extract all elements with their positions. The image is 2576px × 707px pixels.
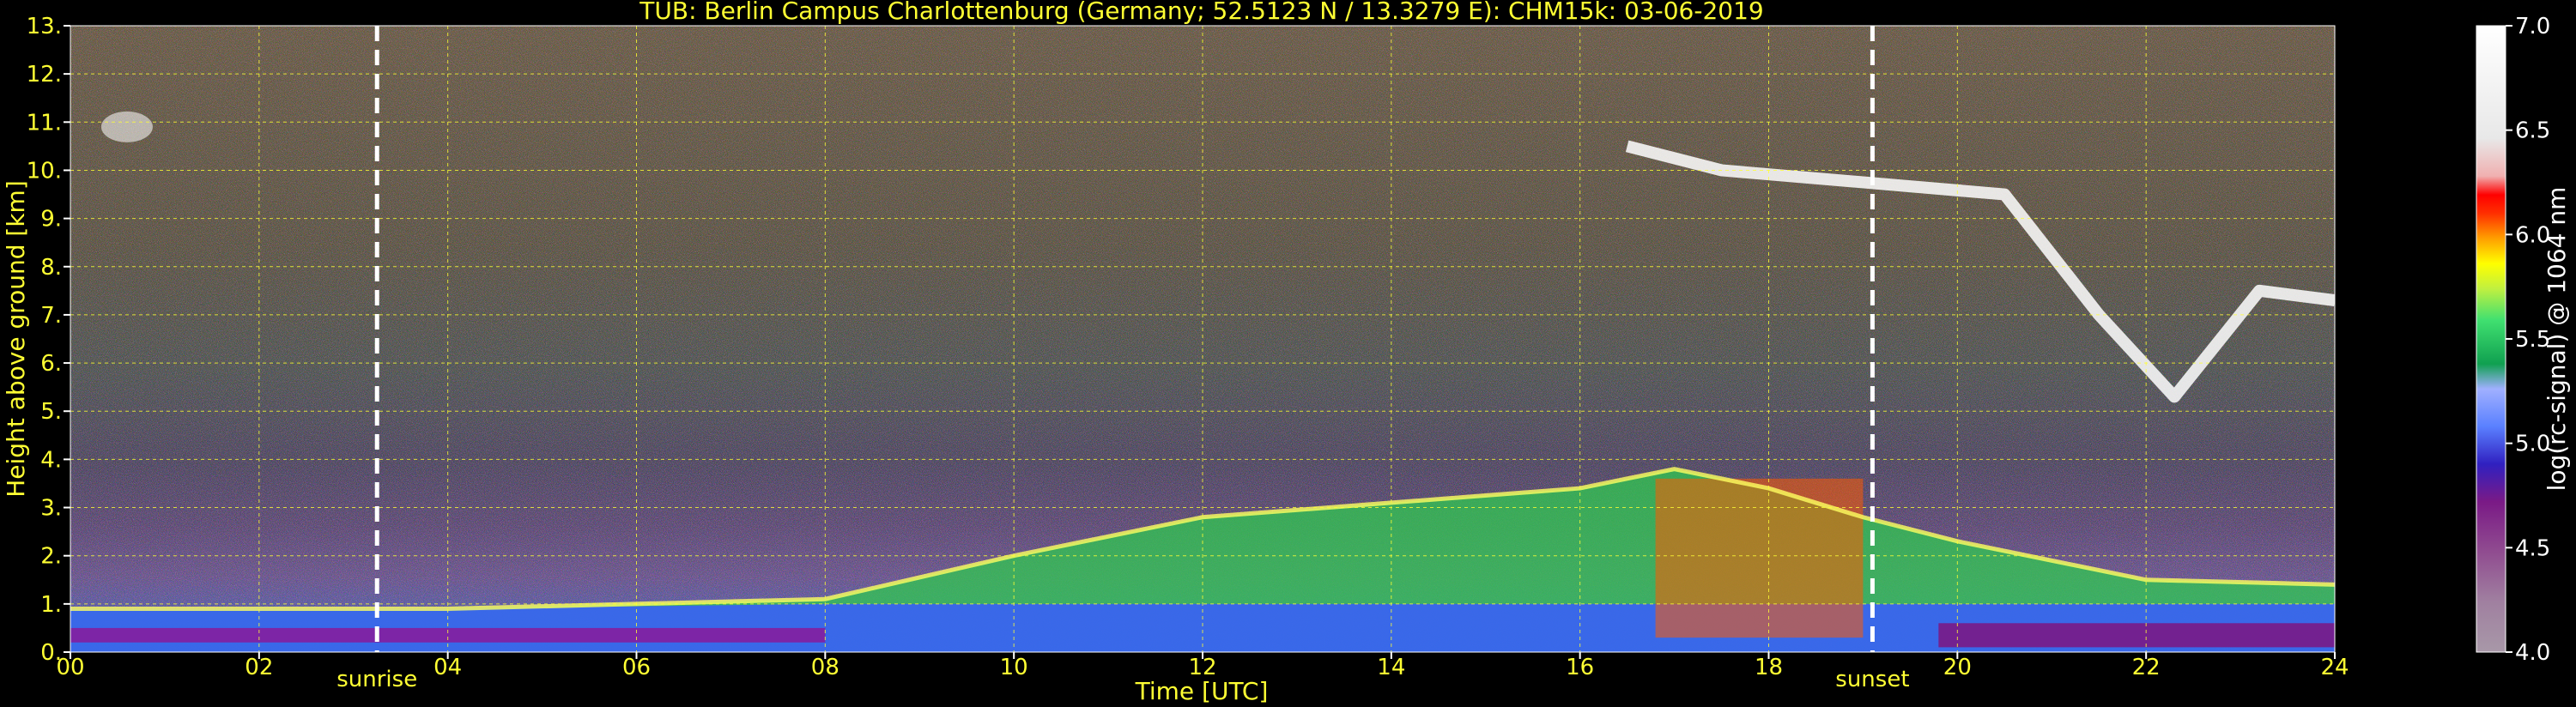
x-tick-label: 20 bbox=[1943, 655, 1972, 680]
chart-title: TUB: Berlin Campus Charlottenburg (Germa… bbox=[639, 0, 1763, 25]
y-tick-label: 10. bbox=[27, 158, 62, 184]
x-tick-label: 00 bbox=[56, 655, 84, 680]
x-tick-label: 06 bbox=[622, 655, 651, 680]
y-tick-label: 1. bbox=[40, 592, 62, 618]
x-tick-label: 02 bbox=[245, 655, 273, 680]
x-tick-label: 04 bbox=[433, 655, 462, 680]
colorbar-label: log(rc-signal) @ 1064 nm bbox=[2543, 187, 2571, 492]
x-tick-label: 22 bbox=[2132, 655, 2161, 680]
y-tick-label: 12. bbox=[27, 62, 62, 88]
ceilometer-chart: TUB: Berlin Campus Charlottenburg (Germa… bbox=[2, 0, 2571, 705]
colorbar: 4.04.55.05.56.06.57.0 log(rc-signal) @ 1… bbox=[2476, 14, 2571, 666]
colorbar-tick-label: 4.5 bbox=[2515, 535, 2550, 561]
colorbar-tick-label: 6.5 bbox=[2515, 118, 2550, 144]
y-tick-label: 3. bbox=[40, 496, 62, 522]
x-tick-label: 24 bbox=[2320, 655, 2349, 680]
y-tick-label: 11. bbox=[27, 110, 62, 136]
x-tick-label: 12 bbox=[1188, 655, 1216, 680]
sunset-label: sunset bbox=[1835, 667, 1909, 692]
y-tick-label: 7. bbox=[40, 303, 62, 329]
y-tick-label: 8. bbox=[40, 255, 62, 281]
x-tick-label: 18 bbox=[1755, 655, 1783, 680]
night-surface-layer bbox=[1938, 623, 2335, 648]
x-axis-label: Time [UTC] bbox=[1135, 677, 1269, 705]
y-tick-label: 6. bbox=[40, 351, 62, 377]
x-tick-label: 16 bbox=[1566, 655, 1594, 680]
y-tick-label: 5. bbox=[40, 399, 62, 425]
sunrise-label: sunrise bbox=[336, 667, 417, 692]
colorbar-scale bbox=[2476, 25, 2506, 653]
colorbar-tick-label: 7.0 bbox=[2515, 14, 2550, 39]
colorbar-tick-label: 4.0 bbox=[2515, 640, 2550, 666]
y-tick-label: 2. bbox=[40, 544, 62, 570]
x-tick-label: 14 bbox=[1377, 655, 1405, 680]
x-tick-label: 10 bbox=[1000, 655, 1028, 680]
y-axis-label: Height above ground [km] bbox=[2, 180, 30, 498]
y-tick-label: 13. bbox=[27, 14, 62, 39]
afternoon-convection bbox=[1655, 478, 1864, 638]
y-tick-label: 9. bbox=[40, 207, 62, 233]
x-tick-label: 08 bbox=[811, 655, 839, 680]
y-tick-label: 4. bbox=[40, 447, 62, 473]
plot-area bbox=[70, 26, 2335, 652]
early-cloud-patch bbox=[100, 111, 153, 142]
